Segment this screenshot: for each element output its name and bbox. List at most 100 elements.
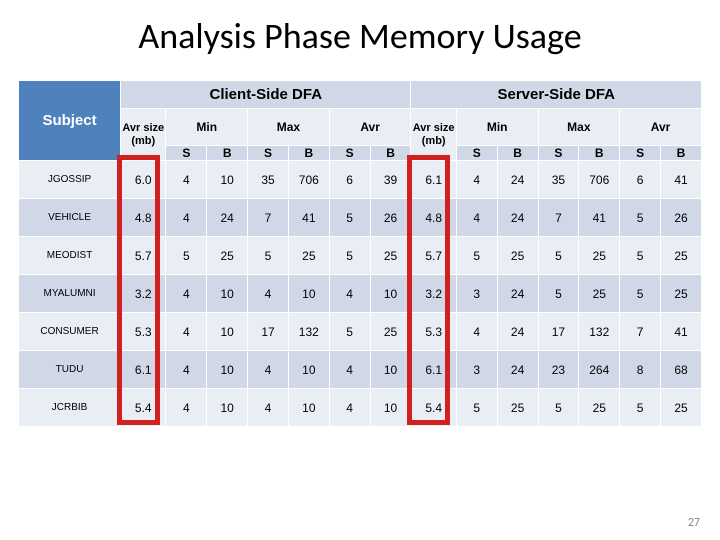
cell: 41 [660,313,701,351]
col-b: B [370,146,411,161]
cell: 5 [248,237,289,275]
col-client-avr-size: Avr size (mb) [121,109,166,161]
cell: 6 [620,161,661,199]
cell: 24 [497,199,538,237]
cell: 5 [538,237,579,275]
cell: 4 [456,161,497,199]
cell: 10 [288,275,329,313]
cell: 4 [329,389,370,427]
cell: 10 [288,351,329,389]
table-row: JCRBIB5.44104104105.4525525525 [19,389,702,427]
table-row: MYALUMNI3.24104104103.2324525525 [19,275,702,313]
cell: 25 [288,237,329,275]
cell: MEODIST [19,237,121,275]
col-s: S [329,146,370,161]
cell: 10 [288,389,329,427]
cell: 41 [579,199,620,237]
table-row: VEHICLE4.84247415264.8424741526 [19,199,702,237]
cell: 4 [166,313,207,351]
cell: 10 [207,351,248,389]
memory-usage-table: Subject Client-Side DFA Server-Side DFA … [18,80,702,427]
cell: 8 [620,351,661,389]
cell: 3.2 [121,275,166,313]
cell: 25 [370,313,411,351]
cell: 4 [166,389,207,427]
cell: 132 [288,313,329,351]
cell: 10 [207,275,248,313]
col-b: B [207,146,248,161]
cell: 25 [207,237,248,275]
cell: JCRBIB [19,389,121,427]
cell: 5.3 [121,313,166,351]
cell: 5.7 [121,237,166,275]
cell: 10 [207,313,248,351]
table-row: MEODIST5.75255255255.7525525525 [19,237,702,275]
col-b: B [497,146,538,161]
cell: 68 [660,351,701,389]
cell: 41 [660,161,701,199]
cell: 5.3 [411,313,456,351]
cell: 5.4 [121,389,166,427]
cell: 24 [497,161,538,199]
col-client-avr: Avr [329,109,411,146]
col-s: S [538,146,579,161]
cell: 10 [207,161,248,199]
cell: 4 [248,389,289,427]
cell: 4.8 [121,199,166,237]
cell: 5 [620,199,661,237]
cell: 23 [538,351,579,389]
cell: 3 [456,275,497,313]
cell: 132 [579,313,620,351]
cell: 25 [660,275,701,313]
cell: 24 [497,275,538,313]
cell: TUDU [19,351,121,389]
cell: 35 [248,161,289,199]
cell: 10 [370,389,411,427]
cell: 4 [329,275,370,313]
col-server-avr: Avr [620,109,702,146]
cell: 4 [166,199,207,237]
cell: VEHICLE [19,199,121,237]
cell: 17 [248,313,289,351]
cell: 5 [329,199,370,237]
cell: 25 [497,389,538,427]
cell: 5 [620,275,661,313]
cell: 5 [329,313,370,351]
cell: 4 [248,351,289,389]
col-b: B [288,146,329,161]
table-row: TUDU6.14104104106.132423264868 [19,351,702,389]
cell: MYALUMNI [19,275,121,313]
cell: 35 [538,161,579,199]
cell: 706 [288,161,329,199]
col-server-max: Max [538,109,620,146]
cell: 4 [166,161,207,199]
cell: 4 [166,351,207,389]
cell: 25 [660,389,701,427]
col-server-min: Min [456,109,538,146]
cell: 5 [538,389,579,427]
cell: 4 [329,351,370,389]
cell: 25 [579,237,620,275]
col-b: B [660,146,701,161]
col-subject: Subject [19,81,121,161]
col-client-max: Max [248,109,330,146]
cell: 5.7 [411,237,456,275]
cell: 5 [620,389,661,427]
cell: 24 [497,351,538,389]
cell: 5 [166,237,207,275]
cell: 39 [370,161,411,199]
cell: 6 [329,161,370,199]
cell: 5 [538,275,579,313]
table-row: CONSUMER5.3410171325255.342417132741 [19,313,702,351]
page-title: Analysis Phase Memory Usage [0,0,720,80]
cell: 25 [579,275,620,313]
cell: 3.2 [411,275,456,313]
table-row: JGOSSIP6.0410357066396.142435706641 [19,161,702,199]
cell: 41 [288,199,329,237]
cell: CONSUMER [19,313,121,351]
cell: 5 [456,389,497,427]
cell: 24 [207,199,248,237]
col-s: S [248,146,289,161]
cell: 26 [660,199,701,237]
cell: 6.0 [121,161,166,199]
